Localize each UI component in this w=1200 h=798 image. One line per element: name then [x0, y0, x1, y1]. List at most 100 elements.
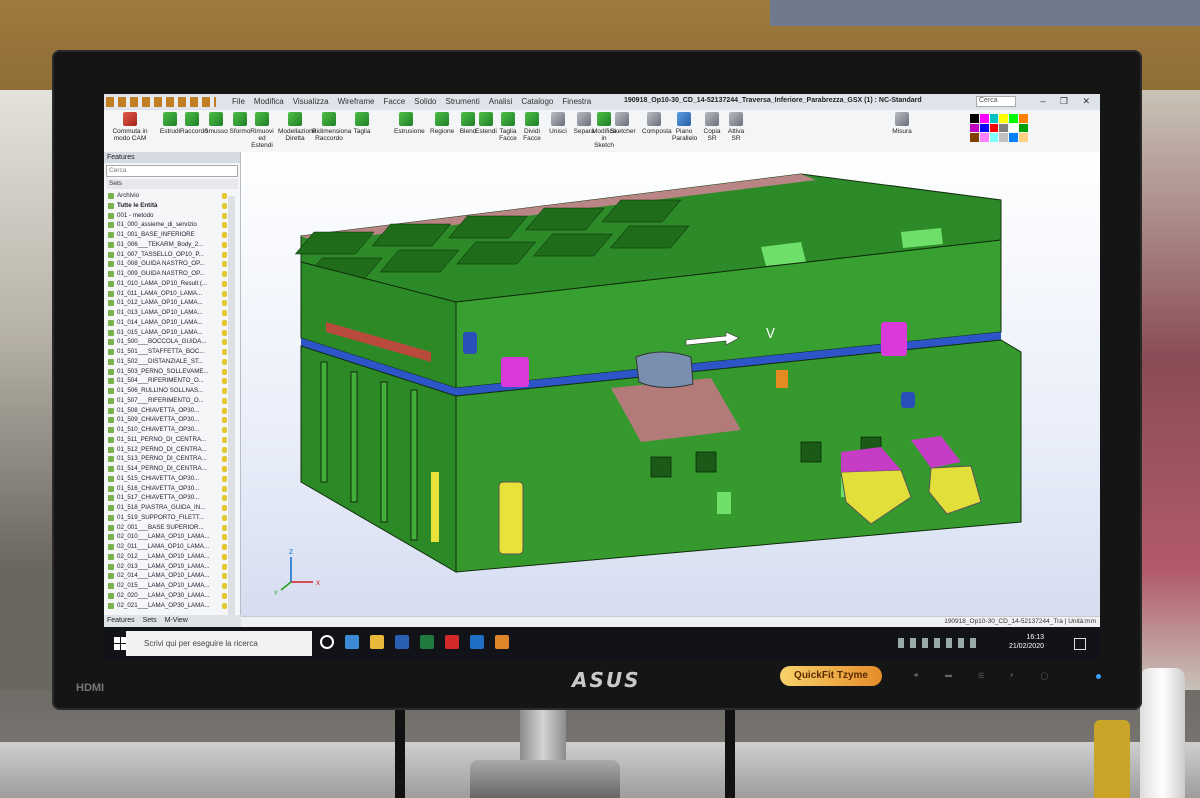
cut-button[interactable]: Taglia	[350, 112, 374, 135]
menu-item-file[interactable]: File	[232, 97, 245, 106]
trim-faces-button[interactable]: Taglia Facce	[496, 112, 520, 142]
color-palette[interactable]	[970, 114, 1028, 142]
remove-extend-button[interactable]: Rimuovi ed Estendi	[250, 112, 274, 149]
palette-swatch[interactable]	[1009, 123, 1019, 133]
palette-swatch[interactable]	[989, 133, 999, 142]
tab-sets[interactable]: Sets	[143, 615, 157, 627]
tree-item[interactable]: 02_020___LAMA_OP30_LAMA...	[106, 591, 229, 601]
extrusion-button[interactable]: Estrusione	[394, 112, 425, 135]
palette-swatch[interactable]	[1019, 114, 1028, 123]
tree-item[interactable]: 01_009_GUIDA NASTRO_OP...	[106, 269, 229, 279]
measure-button[interactable]: Misura	[890, 112, 914, 135]
tree-item[interactable]: 01_519_SUPPORTO_FILETT...	[106, 513, 229, 523]
palette-swatch[interactable]	[999, 123, 1009, 133]
tree-item[interactable]: Tutte le Entità	[106, 201, 229, 211]
copy-sr-button[interactable]: Copia SR	[700, 112, 724, 142]
clock[interactable]: 16:13 21/02/2020	[1009, 633, 1044, 651]
tree-item[interactable]: 01_010_LAMA_OP10_Result (...	[106, 279, 229, 289]
tree-item[interactable]: 02_021___LAMA_OP30_LAMA...	[106, 601, 229, 611]
tree-item[interactable]: 01_513_PERNO_DI_CENTRA...	[106, 454, 229, 464]
palette-swatch[interactable]	[989, 114, 999, 123]
quick-access-toolbar[interactable]	[106, 97, 216, 107]
tree-item[interactable]: 01_500___BOCCOLA_GUIDA...	[106, 337, 229, 347]
tree-item[interactable]: 02_011___LAMA_OP10_LAMA...	[106, 542, 229, 552]
parallel-plane-button[interactable]: Piano Parallelo	[672, 112, 697, 142]
palette-swatch[interactable]	[1009, 114, 1019, 123]
palette-swatch[interactable]	[989, 123, 999, 133]
menu-item-visualizza[interactable]: Visualizza	[293, 97, 329, 106]
tree-item[interactable]: 01_502___DISTANZIALE_ST...	[106, 357, 229, 367]
tree-item[interactable]: 01_011_LAMA_OP10_LAMA...	[106, 289, 229, 299]
palette-swatch[interactable]	[970, 123, 979, 133]
tree-item[interactable]: 01_015_LAMA_OP10_LAMA...	[106, 328, 229, 338]
tree-item[interactable]: 01_504___RIFERIMENTO_O...	[106, 376, 229, 386]
word-icon[interactable]	[395, 635, 409, 649]
sketcher-button[interactable]: Sketcher	[610, 112, 636, 135]
resize-fillet-button[interactable]: Ridimensiona Raccordo	[312, 112, 351, 142]
tree-item[interactable]: 01_510_CHIAVETTA_OP30...	[106, 425, 229, 435]
tree-item[interactable]: 01_508_CHIAVETTA_OP30...	[106, 406, 229, 416]
fillet-button[interactable]: Raccordo	[180, 112, 208, 135]
cad-model[interactable]: V Z X Y	[241, 152, 1100, 627]
menu-item-strumenti[interactable]: Strumenti	[446, 97, 480, 106]
tab-m-view[interactable]: M-View	[165, 615, 188, 627]
tree-item[interactable]: 01_514_PERNO_DI_CENTRA...	[106, 464, 229, 474]
acrobat-icon[interactable]	[445, 635, 459, 649]
tree-item[interactable]: 01_515_CHIAVETTA_OP30...	[106, 474, 229, 484]
palette-swatch[interactable]	[979, 133, 989, 142]
tree-item[interactable]: 02_001___BASE SUPERIOR...	[106, 523, 229, 533]
menu-item-finestra[interactable]: Finestra	[562, 97, 591, 106]
palette-swatch[interactable]	[970, 114, 979, 123]
tree-item[interactable]: 01_006___TEKARM_Body_2...	[106, 240, 229, 250]
edge-icon[interactable]	[345, 635, 359, 649]
palette-swatch[interactable]	[979, 114, 989, 123]
palette-swatch[interactable]	[970, 133, 979, 142]
sets-dropdown[interactable]: Sets	[106, 179, 238, 189]
features-search-input[interactable]: Cerca	[106, 165, 238, 177]
tree-item[interactable]: 02_010___LAMA_OP10_LAMA...	[106, 532, 229, 542]
menu-item-modifica[interactable]: Modifica	[254, 97, 284, 106]
tree-item[interactable]: 01_008_GUIDA NASTRO_OP...	[106, 259, 229, 269]
draft-button[interactable]: Sformo	[228, 112, 252, 135]
palette-swatch[interactable]	[1019, 133, 1028, 142]
activate-sr-button[interactable]: Attiva SR	[724, 112, 748, 142]
taskbar-search-input[interactable]: Scrivi qui per eseguire la ricerca	[126, 631, 312, 656]
cad-app-icon[interactable]	[495, 635, 509, 649]
system-tray-icons[interactable]	[898, 638, 978, 648]
palette-swatch[interactable]	[979, 123, 989, 133]
chamfer-button[interactable]: Smusso	[204, 112, 228, 135]
tree-item[interactable]: 01_014_LAMA_OP10_LAMA...	[106, 318, 229, 328]
palette-swatch[interactable]	[1009, 133, 1019, 142]
cam-switch-button[interactable]: Commuta in modo CAM	[110, 112, 150, 142]
split-faces-button[interactable]: Dividi Facce	[520, 112, 544, 142]
tree-item[interactable]: 02_014___LAMA_OP10_LAMA...	[106, 571, 229, 581]
file-explorer-icon[interactable]	[370, 635, 384, 649]
tree-item[interactable]: 01_509_CHIAVETTA_OP30...	[106, 415, 229, 425]
tree-item[interactable]: 01_001_BASE_INFERIORE	[106, 230, 229, 240]
tree-item[interactable]: 02_012___LAMA_OP10_LAMA...	[106, 552, 229, 562]
search-input[interactable]: Cerca	[976, 96, 1016, 107]
cortana-icon[interactable]	[320, 635, 334, 649]
palette-swatch[interactable]	[999, 114, 1009, 123]
tree-item[interactable]: 02_013___LAMA_OP10_LAMA...	[106, 562, 229, 572]
features-scrollbar[interactable]	[228, 196, 235, 616]
tree-item[interactable]: 01_007_TASSELLO_OP10_P...	[106, 250, 229, 260]
tree-item[interactable]: 01_013_LAMA_OP10_LAMA...	[106, 308, 229, 318]
tree-item[interactable]: 01_501___STAFFETTA_BOC...	[106, 347, 229, 357]
tree-item[interactable]: 01_518_PIASTRA_GUIDA_IN...	[106, 503, 229, 513]
direct-modeling-button[interactable]: Modellazione Diretta	[278, 112, 316, 142]
palette-swatch[interactable]	[999, 133, 1009, 142]
menu-item-facce[interactable]: Facce	[383, 97, 405, 106]
composite-button[interactable]: Composta	[642, 112, 672, 135]
palette-swatch[interactable]	[1019, 123, 1028, 133]
tree-item[interactable]: 01_506_RULLINO SOLLNAS...	[106, 386, 229, 396]
tab-features[interactable]: Features	[107, 615, 135, 627]
tree-item[interactable]: 01_511_PERNO_DI_CENTRA...	[106, 435, 229, 445]
tree-item[interactable]: 01_000_assieme_di_servizio	[106, 220, 229, 230]
menu-item-wireframe[interactable]: Wireframe	[338, 97, 375, 106]
tree-item[interactable]: 01_517_CHIAVETTA_OP30...	[106, 493, 229, 503]
tree-item[interactable]: 01_516_CHIAVETTA_OP30...	[106, 484, 229, 494]
extrude-button[interactable]: Estrudi	[158, 112, 182, 135]
unite-button[interactable]: Unisci	[546, 112, 570, 135]
menu-item-solido[interactable]: Solido	[414, 97, 436, 106]
